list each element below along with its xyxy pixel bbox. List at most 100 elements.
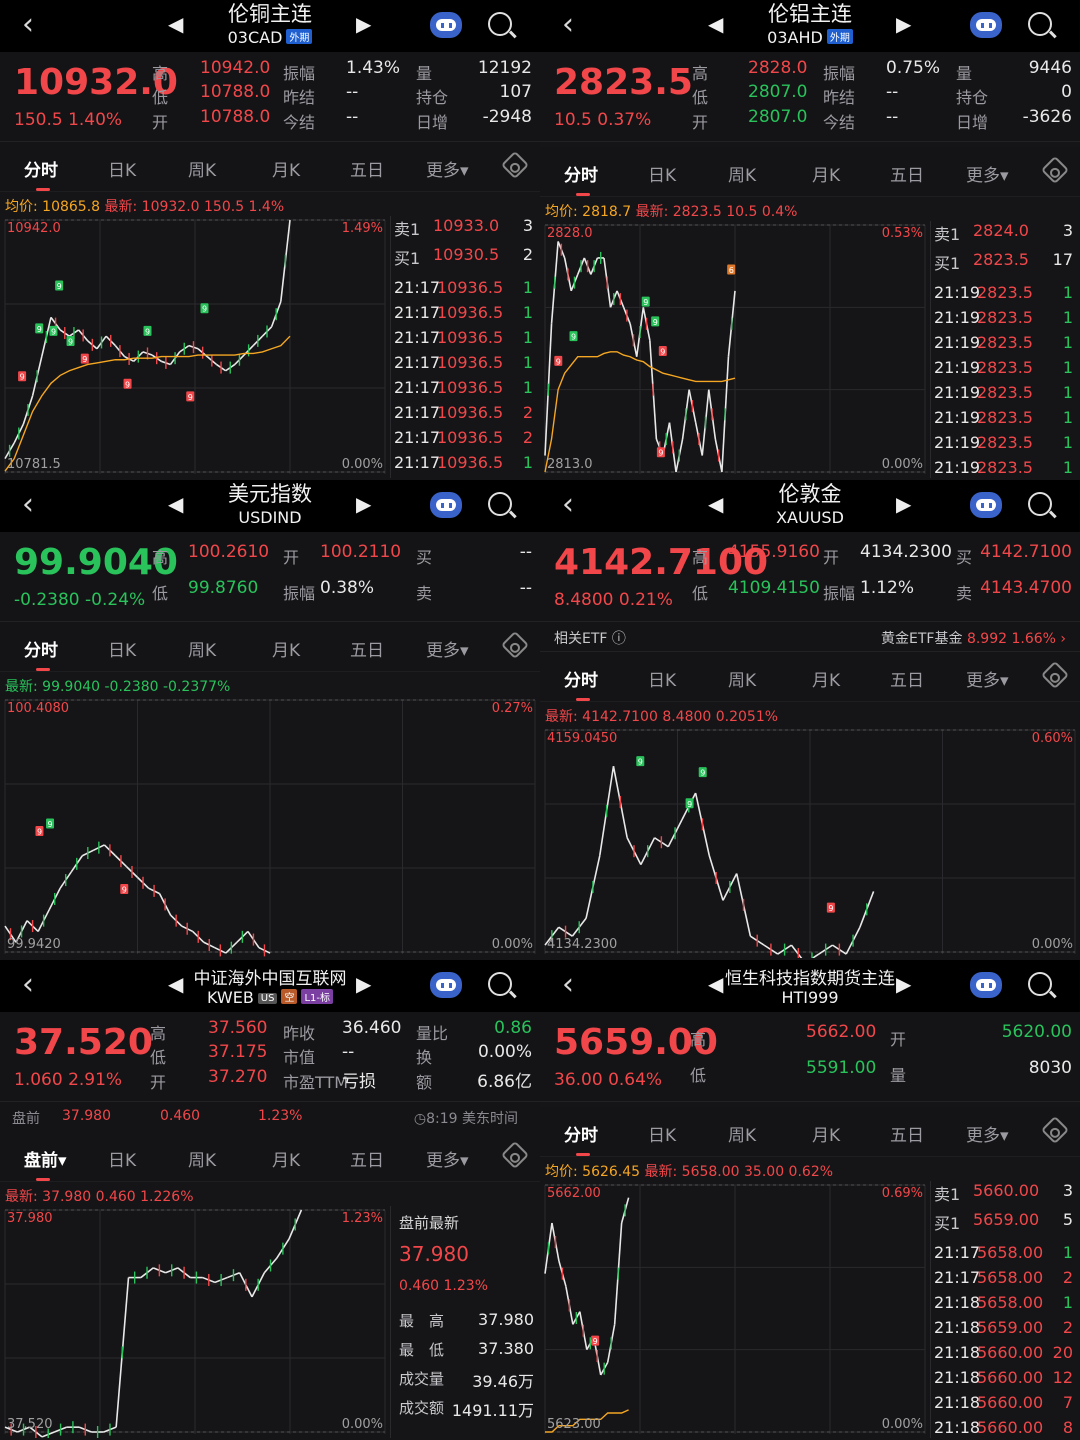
tab-0[interactable]: 分时 <box>24 156 58 191</box>
robot-assistant-icon[interactable] <box>430 12 462 38</box>
prev-icon[interactable]: ◀ <box>708 12 723 36</box>
robot-assistant-icon[interactable] <box>430 972 462 998</box>
tab-5[interactable]: 更多▾ <box>426 156 469 181</box>
stat-value: -- <box>346 107 359 127</box>
tab-2[interactable]: 周K <box>188 1146 216 1171</box>
tab-4[interactable]: 五日 <box>350 1146 384 1171</box>
stat-label: 振幅 <box>823 584 856 603</box>
signal-mark-label: 9 <box>122 886 127 895</box>
tab-3[interactable]: 月K <box>272 1146 300 1171</box>
stat-value: 4134.2300 <box>860 542 952 562</box>
tab-4[interactable]: 五日 <box>890 1121 924 1146</box>
stat-label: 低 <box>692 88 709 107</box>
tab-3[interactable]: 月K <box>272 156 300 181</box>
settings-icon[interactable] <box>500 630 530 660</box>
tab-2[interactable]: 周K <box>188 636 216 661</box>
tab-1[interactable]: 日K <box>108 636 136 661</box>
search-icon[interactable] <box>488 492 512 516</box>
related-etf-bar[interactable]: 相关ETF ⓘ 黄金ETF基金 8.992 1.66% › <box>540 622 1080 652</box>
side-row-label: 最 低 <box>399 1341 445 1359</box>
quote-panel-4: ‹ ◀ ▶ 中证海外中国互联网 KWEB US 空 L1-标 37.520 1.060 2.91%… <box>0 960 540 1440</box>
tab-0[interactable]: 分时 <box>24 636 58 671</box>
search-icon[interactable] <box>488 972 512 996</box>
tab-3[interactable]: 月K <box>812 1121 840 1146</box>
signal-mark-label: 9 <box>125 380 130 389</box>
tab-5[interactable]: 更多▾ <box>966 161 1009 186</box>
instrument-code: 03AHD 外期 <box>730 28 890 47</box>
tab-0[interactable]: 分时 <box>564 1121 598 1156</box>
settings-icon[interactable] <box>1040 155 1070 185</box>
price-change: 36.00 0.64% <box>554 1070 663 1090</box>
tab-4[interactable]: 五日 <box>350 636 384 661</box>
signal-mark-label: 9 <box>571 333 576 342</box>
settings-icon[interactable] <box>1040 660 1070 690</box>
title-bar: ‹ ◀ ▶ 伦铜主连 03CAD 外期 <box>0 0 540 52</box>
tab-1[interactable]: 日K <box>648 666 676 691</box>
tab-2[interactable]: 周K <box>728 1121 756 1146</box>
stat-value: 0.75% <box>886 58 941 78</box>
signal-mark-label: 9 <box>68 337 73 346</box>
tab-4[interactable]: 五日 <box>350 156 384 181</box>
market-tag: US <box>257 993 278 1004</box>
prev-icon[interactable]: ◀ <box>168 12 183 36</box>
tab-3[interactable]: 月K <box>272 636 300 661</box>
stat-value: 100.2110 <box>320 542 402 562</box>
search-icon[interactable] <box>488 12 512 36</box>
prev-icon[interactable]: ◀ <box>708 492 723 516</box>
stat-value: -2948 <box>482 107 532 127</box>
next-icon[interactable]: ▶ <box>356 12 371 36</box>
settings-icon[interactable] <box>500 1140 530 1170</box>
tab-4[interactable]: 五日 <box>890 666 924 691</box>
tab-0[interactable]: 分时 <box>564 666 598 701</box>
back-icon[interactable]: ‹ <box>562 490 574 520</box>
tab-1[interactable]: 日K <box>648 1121 676 1146</box>
tab-2[interactable]: 周K <box>188 156 216 181</box>
instrument-code: USDIND <box>190 508 350 527</box>
next-icon[interactable]: ▶ <box>896 492 911 516</box>
back-icon[interactable]: ‹ <box>22 10 34 40</box>
stat-value: 4143.4700 <box>980 578 1072 598</box>
tab-3[interactable]: 月K <box>812 666 840 691</box>
etf-quote[interactable]: 黄金ETF基金 8.992 1.66% › <box>881 628 1066 648</box>
chart-info-line: 最新: 4142.7100 8.4800 0.2051% <box>545 709 779 725</box>
settings-icon[interactable] <box>500 150 530 180</box>
back-icon[interactable]: ‹ <box>562 970 574 1000</box>
back-icon[interactable]: ‹ <box>22 970 34 1000</box>
tab-5[interactable]: 更多▾ <box>966 666 1009 691</box>
next-icon[interactable]: ▶ <box>896 12 911 36</box>
tab-5[interactable]: 更多▾ <box>426 1146 469 1171</box>
stat-value: 37.560 <box>208 1018 268 1038</box>
tab-0[interactable]: 盘前▾ <box>24 1146 67 1181</box>
prev-icon[interactable]: ◀ <box>168 492 183 516</box>
tab-2[interactable]: 周K <box>728 161 756 186</box>
settings-icon[interactable] <box>1040 1115 1070 1145</box>
stat-label: 量比 <box>416 1024 449 1043</box>
period-tabs: 分时 日K 周K 月K 五日 更多▾ <box>0 622 540 672</box>
search-icon[interactable] <box>1028 972 1052 996</box>
tab-0[interactable]: 分时 <box>564 161 598 196</box>
price-change: -0.2380 -0.24% <box>14 590 146 610</box>
instrument-title: 恒生科技指数期货主连 <box>725 969 895 989</box>
search-icon[interactable] <box>1028 12 1052 36</box>
tab-5[interactable]: 更多▾ <box>966 1121 1009 1146</box>
tab-1[interactable]: 日K <box>108 156 136 181</box>
stat-label: 量 <box>890 1066 907 1085</box>
tab-5[interactable]: 更多▾ <box>426 636 469 661</box>
market-tag: 空 <box>281 989 298 1004</box>
stat-value: 36.460 <box>342 1018 402 1038</box>
next-icon[interactable]: ▶ <box>356 492 371 516</box>
tab-1[interactable]: 日K <box>648 161 676 186</box>
code-text: 03CAD <box>227 28 283 47</box>
robot-assistant-icon[interactable] <box>970 492 1002 518</box>
tab-3[interactable]: 月K <box>812 161 840 186</box>
robot-assistant-icon[interactable] <box>430 492 462 518</box>
tab-1[interactable]: 日K <box>108 1146 136 1171</box>
tab-2[interactable]: 周K <box>728 666 756 691</box>
robot-assistant-icon[interactable] <box>970 972 1002 998</box>
back-icon[interactable]: ‹ <box>22 490 34 520</box>
signal-mark-label: 9 <box>593 1337 598 1346</box>
robot-assistant-icon[interactable] <box>970 12 1002 38</box>
tab-4[interactable]: 五日 <box>890 161 924 186</box>
search-icon[interactable] <box>1028 492 1052 516</box>
back-icon[interactable]: ‹ <box>562 10 574 40</box>
